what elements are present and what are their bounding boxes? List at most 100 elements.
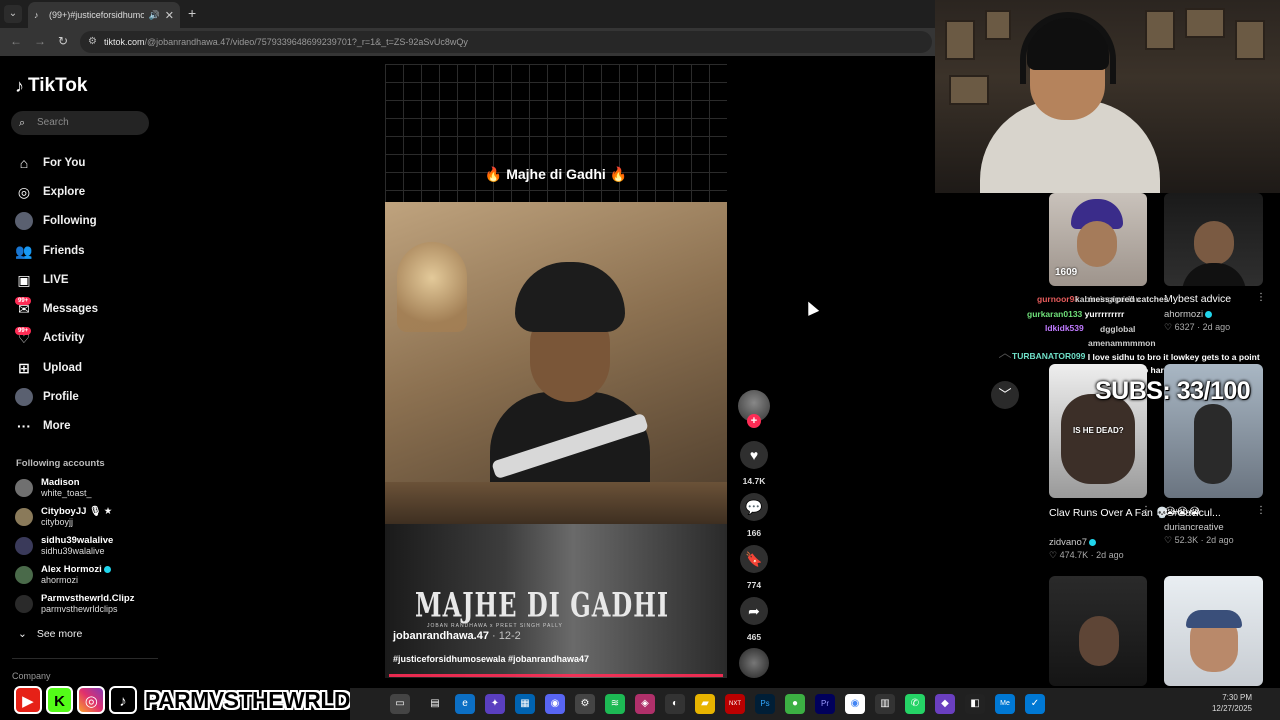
- browser-tab[interactable]: ♪ (99+)#justiceforsidhumose... 🔊 ✕: [28, 2, 180, 28]
- folder-icon[interactable]: ▰: [695, 694, 715, 714]
- app-icon[interactable]: ✦: [485, 694, 505, 714]
- sidebar-item-activity[interactable]: ♡ 99+ Activity: [15, 324, 98, 353]
- comment-button[interactable]: 💬: [740, 493, 768, 521]
- feed-caption[interactable]: 😭😭😭: [1164, 506, 1201, 518]
- following-account[interactable]: Parmvsthewrld.Clipz parmvsthewrldclips: [15, 593, 134, 615]
- search-input[interactable]: ⌕ Search: [11, 111, 149, 135]
- chat-message: gurkaran0133 yurrrrrrrrr: [1027, 309, 1124, 319]
- back-icon[interactable]: ←: [10, 34, 22, 48]
- chat-user: ldkidk539: [1045, 323, 1084, 333]
- app-icon[interactable]: NXT: [725, 694, 745, 714]
- sidebar-item-live[interactable]: ▣ LIVE: [15, 265, 98, 294]
- chrome-icon[interactable]: ◉: [845, 694, 865, 714]
- search-placeholder: Search: [37, 117, 69, 128]
- whatsapp-icon[interactable]: ✆: [905, 694, 925, 714]
- account-name: CityboyJJ 🎙 ★: [41, 506, 113, 517]
- feed-thumbnail[interactable]: [1164, 576, 1263, 686]
- tab-search-button[interactable]: ⌄: [4, 5, 22, 23]
- sidebar-item-friends[interactable]: 👥 Friends: [15, 236, 98, 265]
- close-tab-icon[interactable]: ✕: [165, 9, 174, 22]
- spotify-icon[interactable]: ≋: [605, 694, 625, 714]
- premiere-icon[interactable]: Pr: [815, 694, 835, 714]
- heart-outline-icon: ♡: [1164, 322, 1173, 332]
- sidebar-item-more[interactable]: ··· More: [15, 412, 98, 441]
- app-icon[interactable]: ●: [785, 694, 805, 714]
- wall-frame: [985, 10, 1011, 40]
- follow-plus-icon[interactable]: +: [747, 414, 761, 428]
- subs-goal-overlay: SUBS: 33/100: [1095, 377, 1251, 405]
- sidebar-item-label: Upload: [43, 361, 82, 374]
- following-account[interactable]: Madison white_toast_: [15, 477, 92, 499]
- messages-badge: 99+: [15, 297, 32, 306]
- more-options-icon[interactable]: ⋮: [1141, 505, 1151, 516]
- url-host: tiktok.com: [104, 37, 145, 47]
- app-icon[interactable]: ▭: [390, 694, 410, 714]
- forward-icon[interactable]: →: [34, 34, 46, 48]
- verified-icon: [103, 565, 111, 573]
- speaker-icon[interactable]: 🔊: [149, 10, 160, 21]
- sidebar-item-upload[interactable]: ⊞ Upload: [15, 353, 98, 382]
- video-frame-podcast: [385, 202, 727, 524]
- sidebar-item-profile[interactable]: Profile: [15, 382, 98, 411]
- sidebar-item-label: Following: [43, 215, 97, 228]
- instagram-icon: ◎: [77, 686, 106, 714]
- feed-thumbnail[interactable]: 1609: [1049, 193, 1147, 286]
- scroll-down-button[interactable]: ﹀: [991, 381, 1019, 409]
- reload-icon[interactable]: ↻: [58, 34, 68, 48]
- tiktok-logo[interactable]: ♪ TikTok: [15, 75, 87, 97]
- video-hashtags[interactable]: #justiceforsidhumosewala #jobanrandhawa4…: [393, 654, 589, 664]
- account-handle: ahormozi: [41, 575, 79, 585]
- save-button[interactable]: 🔖: [740, 545, 768, 573]
- stream-social-bar: ▶ K ◎ ♪ PARMVSTHEWRLD: [0, 685, 350, 715]
- more-options-icon[interactable]: ⋮: [1256, 505, 1266, 516]
- feed-age: 2d ago: [1096, 550, 1124, 560]
- file-icon[interactable]: ▤: [425, 694, 445, 714]
- obs-icon[interactable]: ◐: [665, 694, 685, 714]
- save-count: 774: [746, 580, 762, 590]
- app-icon[interactable]: Me: [995, 694, 1015, 714]
- site-info-icon[interactable]: ⚙: [88, 31, 97, 53]
- video-player[interactable]: 🔥 Majhe di Gadhi 🔥 MAJHE DI GADHI JOBAN …: [385, 64, 727, 678]
- chat-text: yurrrrrrrrr: [1084, 309, 1125, 319]
- sidebar-item-following[interactable]: Following: [15, 207, 98, 236]
- company-link[interactable]: Company: [12, 671, 51, 681]
- store-icon[interactable]: ▦: [515, 694, 535, 714]
- new-tab-button[interactable]: +: [188, 5, 196, 21]
- feed-thumbnail[interactable]: [1164, 193, 1263, 286]
- verified-icon: [1089, 538, 1097, 546]
- more-options-icon[interactable]: ⋮: [1256, 292, 1266, 303]
- sidebar-item-messages[interactable]: ✉ 99+ Messages: [15, 294, 98, 323]
- video-author[interactable]: jobanrandhawa.47 · 12-2: [393, 630, 521, 642]
- feed-author[interactable]: ahormozi: [1164, 309, 1213, 320]
- photoshop-icon[interactable]: Ps: [755, 694, 775, 714]
- feed-thumbnail[interactable]: [1049, 576, 1147, 686]
- settings-icon[interactable]: ⚙: [575, 694, 595, 714]
- following-accounts-title: Following accounts: [16, 458, 105, 469]
- following-account[interactable]: sidhu39walalive sidhu39walalive: [15, 535, 113, 557]
- app-icon[interactable]: ◧: [965, 694, 985, 714]
- following-account[interactable]: CityboyJJ 🎙 ★ cityboyjj: [15, 506, 112, 528]
- feed-caption[interactable]: Mybest advice: [1164, 293, 1231, 305]
- feed-author-name: ahormozi: [1164, 309, 1204, 320]
- sidebar-item-for-you[interactable]: ⌂ For You: [15, 148, 98, 177]
- following-account[interactable]: Alex Hormozi ahormozi: [15, 564, 111, 586]
- discord-icon[interactable]: ◉: [545, 694, 565, 714]
- music-disc-icon[interactable]: [739, 648, 769, 678]
- url-input[interactable]: ⚙ tiktok.com/@jobanrandhawa.47/video/757…: [80, 31, 932, 53]
- video-progress-bar[interactable]: [389, 674, 723, 677]
- edge-icon[interactable]: e: [455, 694, 475, 714]
- feed-author[interactable]: zidvano7: [1049, 537, 1097, 548]
- account-name: Madison: [41, 477, 80, 488]
- see-more-button[interactable]: ⌄ See more: [18, 628, 82, 640]
- app-icon[interactable]: ✓: [1025, 694, 1045, 714]
- system-clock[interactable]: 7:30 PM 12/27/2025: [1212, 692, 1252, 714]
- sidebar-item-explore[interactable]: ◎ Explore: [15, 177, 98, 206]
- like-button[interactable]: ♥: [740, 441, 768, 469]
- share-button[interactable]: ➦: [740, 597, 768, 625]
- feed-author[interactable]: duriancreative: [1164, 522, 1224, 533]
- app-icon[interactable]: ◆: [935, 694, 955, 714]
- app-icon[interactable]: ◈: [635, 694, 655, 714]
- compass-icon: ◎: [17, 183, 31, 200]
- app-icon[interactable]: ▥: [875, 694, 895, 714]
- feed-author-name: zidvano7: [1049, 537, 1088, 548]
